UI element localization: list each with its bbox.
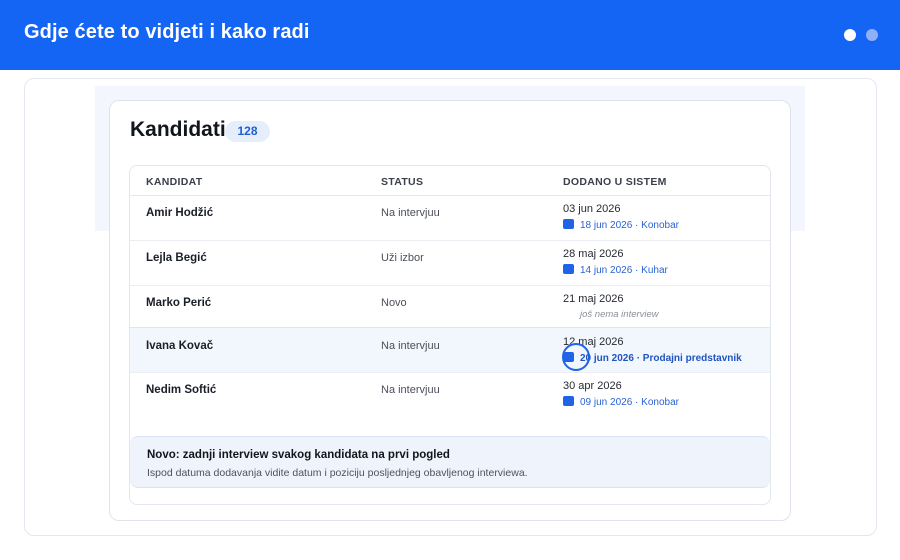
table-row[interactable]: Lejla Begić Uži izbor 28 maj 2026 14 jun… [130,241,770,286]
calendar-icon [563,264,574,274]
candidate-status: Na intervjuu [381,340,440,352]
calendar-icon [563,396,574,406]
step-dot-active[interactable] [844,29,856,41]
candidate-name[interactable]: Nedim Softić [146,384,216,396]
last-interview-text: 20 jun 2026 · Prodajni predstavnik [580,353,742,364]
no-interview-note: još nema interview [580,309,659,320]
last-interview[interactable]: 18 jun 2026 · Konobar [563,219,679,231]
header-title: Gdje ćete to vidjeti i kako radi [24,21,310,43]
candidate-name[interactable]: Ivana Kovač [146,340,213,352]
table-row-highlighted[interactable]: Ivana Kovač Na intervjuu 12 maj 2026 20 … [130,327,770,373]
last-interview-text: 14 jun 2026 · Kuhar [580,265,668,276]
candidate-status: Uži izbor [381,252,424,264]
table-row[interactable]: Nedim Softić Na intervjuu 30 apr 2026 09… [130,373,770,418]
last-interview-text: 18 jun 2026 · Konobar [580,220,679,231]
candidate-name[interactable]: Marko Perić [146,297,211,309]
added-date: 03 jun 2026 [563,203,621,215]
last-interview-text: 09 jun 2026 · Konobar [580,397,679,408]
calendar-icon [563,219,574,229]
table-row[interactable]: Marko Perić Novo 21 maj 2026 još nema in… [130,286,770,331]
added-date: 30 apr 2026 [563,380,622,392]
candidate-status: Na intervjuu [381,384,440,396]
highlight-ring [562,343,590,371]
page-title: Kandidati [130,118,226,141]
column-header-status[interactable]: STATUS [381,176,423,188]
last-interview[interactable]: 14 jun 2026 · Kuhar [563,264,668,276]
candidate-name[interactable]: Lejla Begić [146,252,207,264]
notice-title: Novo: zadnji interview svakog kandidata … [147,449,450,461]
table-header: KANDIDAT STATUS DODANO U SISTEM [130,166,770,196]
column-header-added[interactable]: DODANO U SISTEM [563,176,667,188]
step-dot[interactable] [866,29,878,41]
feature-notice: Novo: zadnji interview svakog kandidata … [130,436,770,488]
added-date: 21 maj 2026 [563,293,624,305]
candidate-name[interactable]: Amir Hodžić [146,207,213,219]
notice-description: Ispod datuma dodavanja vidite datum i po… [147,467,528,479]
count-badge: 128 [225,121,270,142]
added-date: 28 maj 2026 [563,248,624,260]
table-row[interactable]: Amir Hodžić Na intervjuu 03 jun 2026 18 … [130,196,770,241]
candidate-status: Novo [381,297,407,309]
candidates-table: KANDIDAT STATUS DODANO U SISTEM Amir Hod… [129,165,771,505]
header-bar: Gdje ćete to vidjeti i kako radi [0,0,900,70]
last-interview[interactable]: 09 jun 2026 · Konobar [563,396,679,408]
column-header-candidate[interactable]: KANDIDAT [146,176,202,188]
candidate-status: Na intervjuu [381,207,440,219]
